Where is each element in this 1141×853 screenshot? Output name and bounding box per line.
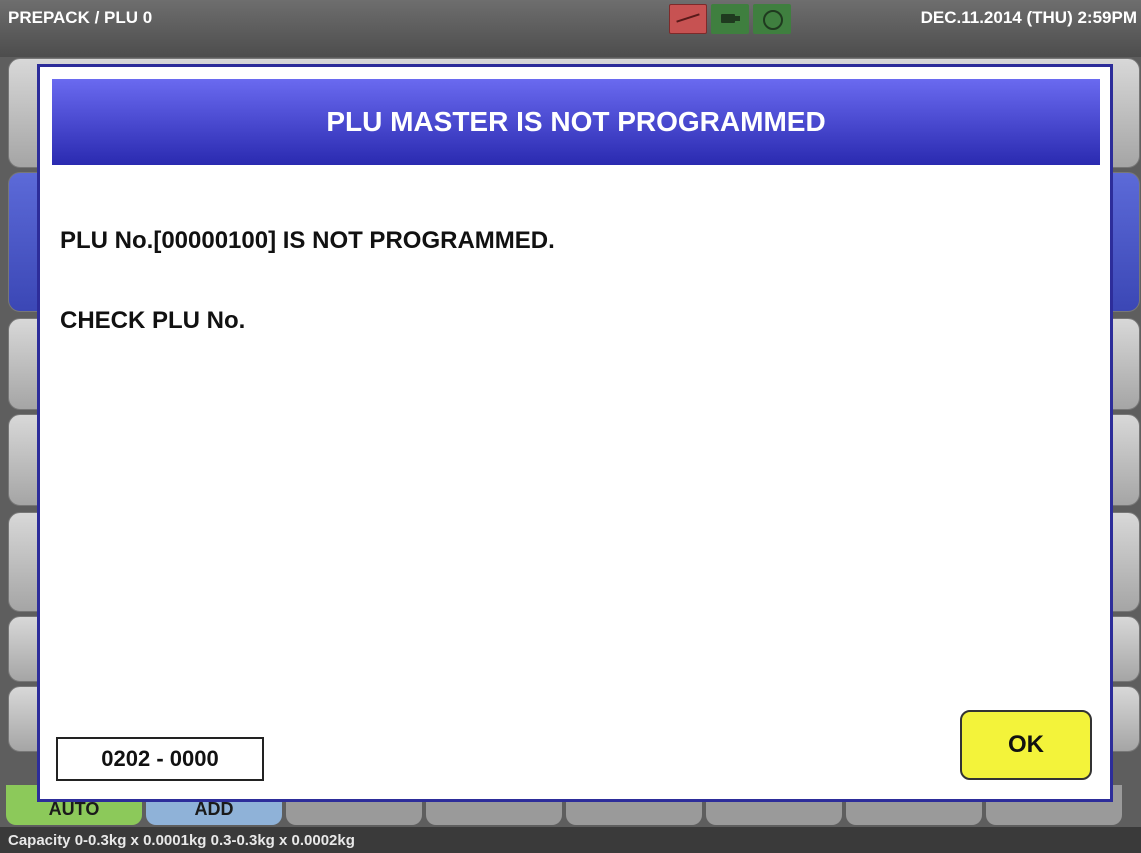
network-icon xyxy=(753,4,791,34)
error-code: 0202 - 0000 xyxy=(56,737,264,781)
capacity-bar: Capacity 0-0.3kg x 0.0001kg 0.3-0.3kg x … xyxy=(0,827,1141,853)
paper-error-icon xyxy=(669,4,707,34)
battery-icon xyxy=(711,4,749,34)
error-dialog: PLU MASTER IS NOT PROGRAMMED PLU No.[000… xyxy=(37,64,1113,802)
status-bar: PREPACK / PLU 0 DEC.11.2014 (THU) 2:59PM xyxy=(0,0,1141,57)
dialog-title: PLU MASTER IS NOT PROGRAMMED xyxy=(52,79,1100,165)
screen-title: PREPACK / PLU 0 xyxy=(8,8,153,27)
instruction-message: CHECK PLU No. xyxy=(60,307,246,334)
error-message: PLU No.[00000100] IS NOT PROGRAMMED. xyxy=(60,227,555,254)
ok-button[interactable]: OK xyxy=(960,710,1092,780)
date-time: DEC.11.2014 (THU) 2:59PM xyxy=(920,8,1137,27)
status-icons xyxy=(669,4,791,34)
